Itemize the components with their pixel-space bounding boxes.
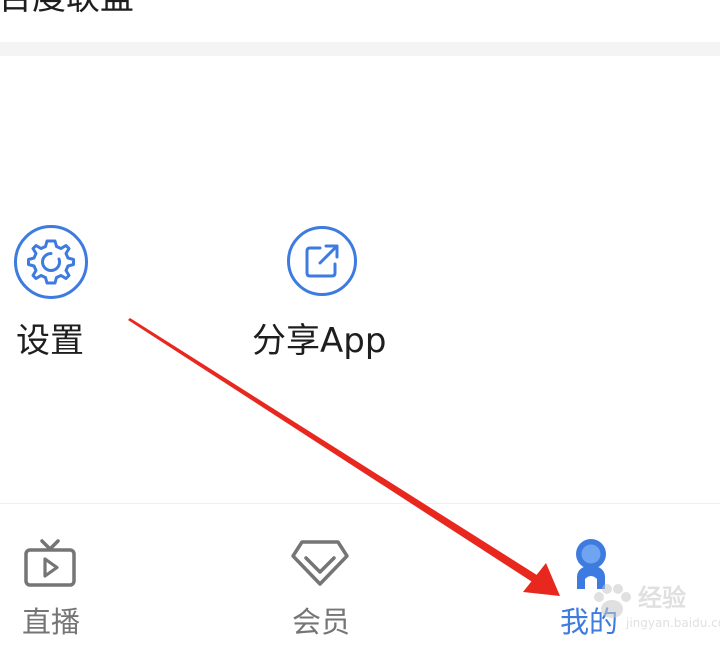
watermark-url: jingyan.baidu.com <box>626 616 720 630</box>
jingyan-watermark: 经验 jingyan.baidu.com <box>586 574 720 642</box>
settings-label: 设置 <box>16 321 84 361</box>
tab-live[interactable]: 直播 <box>0 504 110 652</box>
baidu-union-label: 百度联盟 <box>0 0 134 18</box>
settings-button[interactable]: 设置 <box>0 215 110 370</box>
share-app-label: 分享App <box>252 321 387 361</box>
tv-icon <box>24 539 76 587</box>
tab-live-label: 直播 <box>22 605 81 639</box>
tab-vip[interactable]: 会员 <box>270 504 370 652</box>
diamond-icon <box>291 540 349 586</box>
app-screen: 百度联盟 设置 分享App 直播 <box>0 0 720 652</box>
share-icon <box>287 226 357 296</box>
gear-icon <box>14 225 88 299</box>
watermark-text: 经验 <box>638 584 686 612</box>
tab-vip-label: 会员 <box>292 605 351 639</box>
section-divider <box>0 42 720 56</box>
baidu-union-row[interactable]: 百度联盟 <box>0 0 720 42</box>
share-app-button[interactable]: 分享App <box>248 215 398 370</box>
